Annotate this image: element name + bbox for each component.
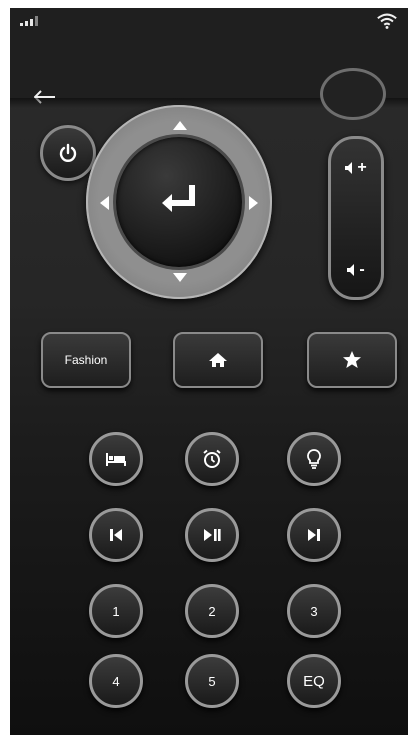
star-icon	[343, 351, 361, 368]
direction-pad	[86, 105, 272, 299]
partial-round-button[interactable]	[320, 68, 386, 120]
number-4-button[interactable]: 4	[89, 654, 143, 708]
sleep-button[interactable]	[89, 432, 143, 486]
play-pause-button[interactable]	[185, 508, 239, 562]
wifi-icon	[377, 13, 397, 29]
dpad-left-button[interactable]	[100, 196, 109, 210]
dpad-right-button[interactable]	[249, 196, 258, 210]
number-2-button[interactable]: 2	[185, 584, 239, 638]
number-1-button[interactable]: 1	[89, 584, 143, 638]
speaker-icon	[347, 264, 355, 276]
skip-next-icon	[308, 529, 320, 541]
ok-button[interactable]	[116, 137, 242, 267]
volume-rocker: + -	[328, 136, 384, 300]
volume-up-button[interactable]: +	[331, 153, 381, 183]
alarm-clock-icon	[203, 449, 221, 468]
keypad-label: 1	[112, 603, 120, 619]
fashion-label: Fashion	[64, 353, 108, 367]
favorite-button[interactable]	[307, 332, 397, 388]
volume-up-label: +	[357, 159, 367, 176]
power-icon	[59, 143, 77, 162]
light-button[interactable]	[287, 432, 341, 486]
skip-previous-icon	[110, 529, 122, 541]
home-icon	[209, 353, 227, 367]
number-5-button[interactable]: 5	[185, 654, 239, 708]
alarm-button[interactable]	[185, 432, 239, 486]
eq-button[interactable]: EQ	[287, 654, 341, 708]
keypad-label: 2	[208, 603, 216, 619]
keypad-label: 3	[310, 603, 318, 619]
lightbulb-icon	[307, 449, 321, 469]
home-button[interactable]	[173, 332, 263, 388]
next-track-button[interactable]	[287, 508, 341, 562]
volume-down-button[interactable]: -	[331, 255, 381, 285]
volume-down-label: -	[359, 261, 365, 278]
dpad-down-button[interactable]	[173, 273, 187, 282]
keypad-label: EQ	[303, 672, 325, 690]
previous-track-button[interactable]	[89, 508, 143, 562]
bed-icon	[106, 453, 126, 466]
enter-icon	[162, 185, 195, 212]
signal-bars-icon	[20, 16, 38, 26]
power-button[interactable]	[40, 125, 96, 181]
keypad-label: 5	[208, 673, 216, 689]
keypad-label: 4	[112, 673, 120, 689]
play-pause-icon	[204, 529, 221, 541]
fashion-button[interactable]: Fashion	[41, 332, 131, 388]
dpad-up-button[interactable]	[173, 121, 187, 130]
status-bar	[10, 8, 408, 38]
remote-screen: + - Fashion 1 2 3 4 5 EQ	[10, 8, 408, 735]
speaker-icon	[345, 162, 353, 174]
number-3-button[interactable]: 3	[287, 584, 341, 638]
